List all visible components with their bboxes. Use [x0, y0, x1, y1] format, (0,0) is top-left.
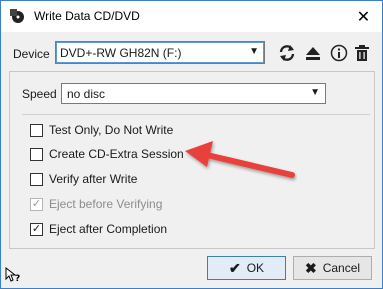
help-pointer-icon: ? — [5, 266, 20, 284]
option-label: Test Only, Do Not Write — [49, 123, 174, 137]
write-data-dialog: Write Data CD/DVD ✕ Device DVD+-RW GH82N… — [0, 0, 383, 289]
speed-selected-value: no disc — [67, 87, 106, 101]
cancel-x-icon: ✖ — [304, 259, 317, 276]
svg-text:?: ? — [15, 274, 20, 283]
checkbox[interactable] — [30, 123, 43, 137]
option-cd-extra-session[interactable]: Create CD-Extra Session — [30, 146, 184, 162]
chevron-down-icon: ▼ — [310, 87, 320, 98]
delete-button[interactable] — [352, 43, 372, 63]
device-selected-value: DVD+-RW GH82N (F:) — [60, 46, 182, 60]
checkbox-checked: ✓ — [30, 197, 43, 211]
device-select[interactable]: DVD+-RW GH82N (F:) ▼ — [55, 41, 265, 64]
info-icon — [330, 44, 348, 62]
ok-button[interactable]: ✔ OK — [207, 256, 286, 280]
info-button[interactable] — [329, 43, 349, 63]
window-title: Write Data CD/DVD — [34, 9, 140, 23]
checkmark-icon: ✔ — [228, 259, 241, 276]
option-eject-before-verifying: ✓ Eject before Verifying — [30, 196, 162, 212]
cancel-button[interactable]: ✖ Cancel — [293, 256, 372, 280]
option-verify-after-write[interactable]: Verify after Write — [30, 171, 137, 187]
checkbox[interactable] — [30, 172, 43, 186]
disc-app-icon — [10, 9, 24, 23]
close-icon: ✕ — [356, 8, 371, 26]
cancel-label: Cancel — [322, 261, 361, 275]
speed-label: Speed — [22, 87, 57, 101]
divider — [22, 114, 370, 115]
option-eject-after-completion[interactable]: ✓ Eject after Completion — [30, 221, 167, 237]
option-label: Eject before Verifying — [49, 197, 163, 211]
close-button[interactable]: ✕ — [345, 1, 382, 32]
speed-select[interactable]: no disc ▼ — [61, 83, 326, 104]
help-cursor-icon[interactable]: ? — [5, 266, 23, 286]
checkbox-checked[interactable]: ✓ — [30, 222, 43, 236]
trash-icon — [355, 45, 369, 61]
title-bar: Write Data CD/DVD ✕ — [1, 1, 382, 32]
refresh-button[interactable] — [277, 43, 297, 63]
checkbox[interactable] — [30, 147, 43, 161]
chevron-down-icon: ▼ — [249, 46, 259, 57]
option-label: Create CD-Extra Session — [49, 147, 184, 161]
ok-label: OK — [246, 261, 265, 275]
device-row: Device DVD+-RW GH82N (F:) ▼ — [9, 41, 375, 67]
annotation-arrow — [185, 141, 295, 178]
eject-icon — [306, 47, 320, 60]
option-label: Verify after Write — [49, 172, 138, 186]
device-label: Device — [13, 47, 50, 61]
refresh-icon — [279, 45, 295, 61]
eject-button[interactable] — [303, 43, 323, 63]
option-label: Eject after Completion — [49, 222, 168, 236]
option-test-only[interactable]: Test Only, Do Not Write — [30, 122, 173, 138]
